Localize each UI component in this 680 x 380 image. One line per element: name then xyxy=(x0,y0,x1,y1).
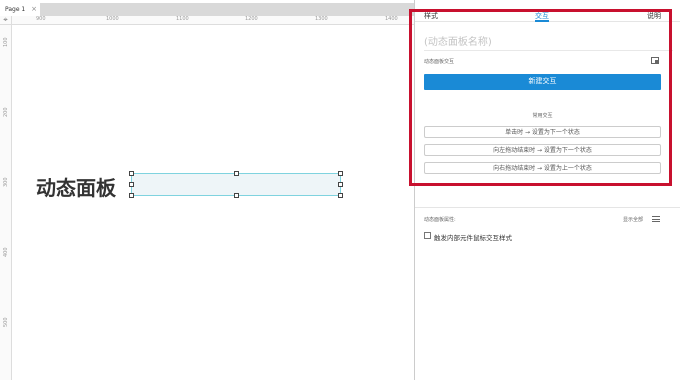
ruler-label: 200 xyxy=(3,107,9,117)
resize-handle[interactable] xyxy=(234,171,239,176)
page-tabbar: Page 1 × xyxy=(0,3,415,16)
checkbox-label: 触发内部元件鼠标交互样式 xyxy=(434,234,512,242)
ruler-label: 100 xyxy=(3,37,9,47)
resize-handle[interactable] xyxy=(129,193,134,198)
trigger-mouse-style-checkbox[interactable] xyxy=(424,232,431,239)
tab-style[interactable]: 样式 xyxy=(424,11,438,21)
ruler-label: 300 xyxy=(3,177,9,187)
new-interaction-button[interactable]: 新建交互 xyxy=(424,74,661,90)
resize-handle[interactable] xyxy=(234,193,239,198)
show-all-link[interactable]: 显示全部 xyxy=(623,216,643,223)
ruler-label: 1200 xyxy=(245,16,258,22)
ruler-label: 500 xyxy=(3,317,9,327)
divider xyxy=(415,207,680,208)
inspector-panel: 样式 交互 说明 (动态面板名称) 动态面板交互 新建交互 常用交互 单击时 →… xyxy=(415,0,680,380)
common-interaction-button[interactable]: 向左拖动结束时 → 设置为下一个状态 xyxy=(424,144,661,156)
page-tab-label: Page 1 xyxy=(5,6,26,13)
resize-handle[interactable] xyxy=(129,171,134,176)
resize-handle[interactable] xyxy=(338,193,343,198)
inspector-tabs: 样式 交互 说明 xyxy=(415,0,680,22)
ruler-horizontal: 900 1000 1100 1200 1300 1400 xyxy=(12,16,415,25)
resize-handle[interactable] xyxy=(338,182,343,187)
ruler-label: 900 xyxy=(36,16,46,22)
panel-name-input[interactable]: (动态面板名称) xyxy=(424,33,492,48)
resize-handle[interactable] xyxy=(338,171,343,176)
ruler-label: 1100 xyxy=(176,16,189,22)
common-interaction-button[interactable]: 单击时 → 设置为下一个状态 xyxy=(424,126,661,138)
ruler-label: 1000 xyxy=(106,16,119,22)
interactions-section-label: 动态面板交互 xyxy=(424,59,455,65)
ruler-label: 1300 xyxy=(315,16,328,22)
common-interactions-label: 常用交互 xyxy=(532,113,553,119)
divider xyxy=(424,50,673,51)
menu-icon[interactable] xyxy=(652,216,660,222)
tab-notes[interactable]: 说明 xyxy=(647,11,661,21)
close-icon[interactable]: × xyxy=(31,3,37,16)
ruler-label: 1400 xyxy=(385,16,398,22)
expand-icon[interactable] xyxy=(651,57,659,64)
common-interaction-button[interactable]: 向右拖动结束时 → 设置为上一个状态 xyxy=(424,162,661,174)
ruler-corner-icon: ⌖ xyxy=(0,16,12,25)
ruler-label: 400 xyxy=(3,247,9,257)
ruler-vertical: 100 200 300 400 500 xyxy=(0,25,12,380)
active-tab-indicator xyxy=(535,20,549,22)
properties-section-label: 动态面板属性: xyxy=(424,217,456,223)
design-canvas[interactable] xyxy=(12,25,415,380)
canvas-text-label[interactable]: 动态面板 xyxy=(36,172,116,201)
resize-handle[interactable] xyxy=(129,182,134,187)
